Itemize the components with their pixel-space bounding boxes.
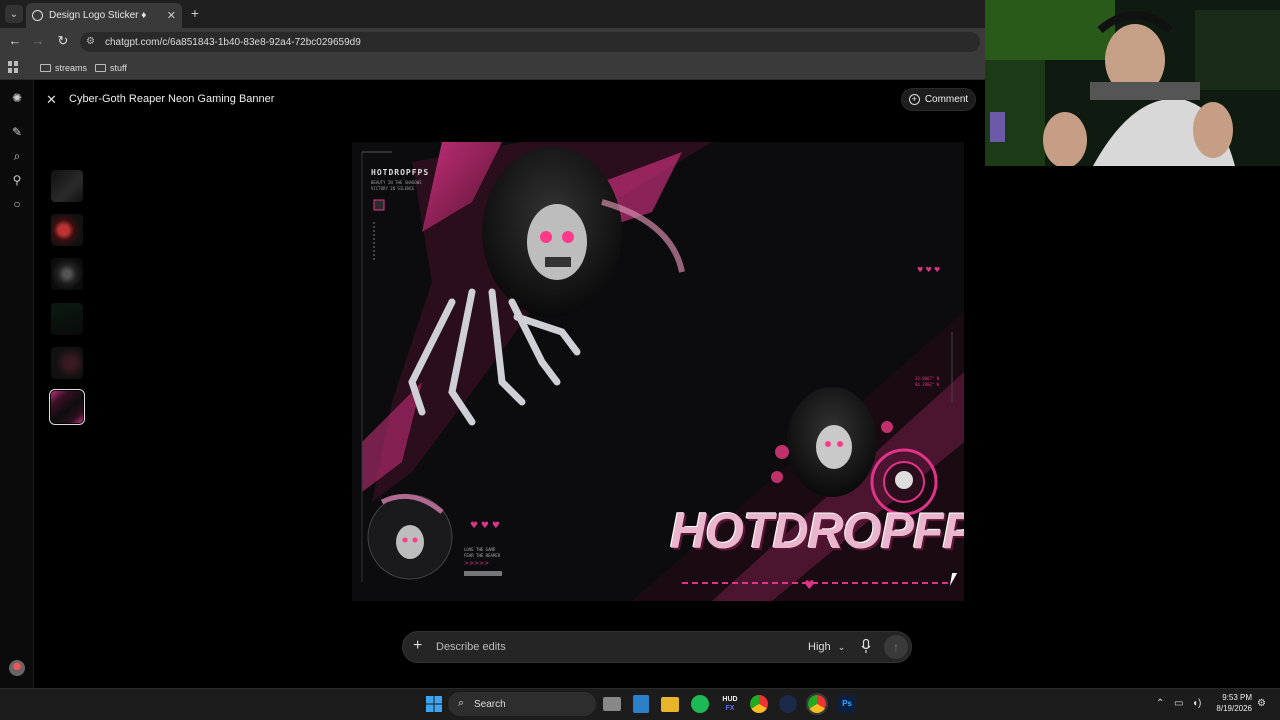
new-tab-button[interactable]: + [187,5,203,21]
image-thumbnail[interactable] [51,303,83,335]
site-info-icon[interactable]: ⚙ [86,36,95,47]
openai-logo-icon[interactable]: ✺ [10,91,24,105]
describe-edits-input[interactable]: Describe edits [436,641,506,653]
chat-bubble-icon[interactable]: ○ [10,197,24,211]
folder-icon [40,64,51,72]
network-icon[interactable]: ▭ [1174,698,1183,709]
bookmark-label: stuff [110,63,127,73]
banner-tagline-2: VICTORY IN SILENCE [371,186,415,191]
task-view-icon[interactable] [603,697,621,711]
image-thumbnail[interactable] [51,258,83,290]
banner-tagline-1: BEAUTY IN THE SHADOWS [371,180,422,185]
page-title: Cyber-Goth Reaper Neon Gaming Banner [69,93,275,105]
svg-text:♥ ♥ ♥: ♥ ♥ ♥ [917,266,940,274]
banner-love-1: LOVE THE GAME [464,547,496,552]
taskbar-search-label: Search [474,698,506,710]
svg-text:♥ ♥ ♥: ♥ ♥ ♥ [470,521,500,531]
webcam-feed [985,0,1280,166]
chrome-active-icon[interactable] [806,693,828,715]
new-chat-icon[interactable]: ✎ [10,125,24,139]
spotify-icon[interactable] [691,695,709,713]
address-bar[interactable]: chatgpt.com/c/6a851843-1b40-83e8-92a4-72… [80,32,980,52]
forward-icon[interactable]: → [29,33,47,48]
taskbar-search[interactable]: ⌕ Search [448,692,596,716]
notification-icon[interactable]: ⚙ [1257,698,1266,709]
photoshop-icon[interactable]: Ps [838,695,856,713]
comment-plus-icon: + [908,94,920,105]
banner-coords-1: 33.8667° N [915,376,940,381]
close-icon[interactable]: ✕ [46,92,57,108]
search-icon: ⌕ [458,697,465,709]
microphone-icon[interactable] [861,639,871,654]
clock-date: 8/19/2026 [1216,704,1252,713]
quality-value: High [808,641,831,653]
taskbar-clock[interactable]: 9:53 PM 8/19/2026 [1212,692,1252,714]
send-button[interactable]: ↑ [884,635,908,659]
bookmarks-bar [0,56,985,80]
svg-text:♥: ♥ [804,578,815,592]
bookmark-stuff[interactable]: stuff [95,60,127,76]
windows-start-icon[interactable] [424,694,444,714]
banner-logo-text: HOTDROPFPS [670,503,964,559]
url-text: chatgpt.com/c/6a851843-1b40-83e8-92a4-72… [105,36,361,48]
comment-label: Comment [924,94,969,105]
image-thumbnail[interactable] [51,347,83,379]
browser-tab[interactable]: Design Logo Sticker ♦ ✕ [26,3,182,28]
image-thumbnail[interactable] [51,170,83,202]
apps-grid-icon[interactable] [8,61,20,73]
search-icon[interactable]: ⌕ [10,149,24,163]
chatgpt-favicon-icon [32,10,43,21]
bookmark-streams[interactable]: streams [40,60,87,76]
image-thumbnail-selected[interactable] [49,389,85,425]
svg-text:>>>>>: >>>>> [464,560,489,567]
banner-brand-small: HOTDROPFPS [371,168,430,177]
banner-love-2: FEAR THE REAPER [464,553,501,558]
avatar[interactable] [9,660,25,676]
notepad-icon[interactable] [633,695,649,713]
back-icon[interactable]: ← [6,33,24,48]
hudfx-icon[interactable]: HUD FX [720,695,740,715]
quality-dropdown[interactable]: High ⌄ [808,641,845,653]
bookmark-label: streams [55,63,88,73]
tab-search-button[interactable]: ⌄ [5,5,23,23]
tab-title: Design Logo Sticker ♦ [49,10,147,21]
folder-icon [95,64,106,72]
reload-icon[interactable]: ↻ [54,33,72,49]
pin-icon[interactable]: ⚲ [10,173,24,187]
clock-time: 9:53 PM [1222,693,1252,702]
banner-coords-2: 84.3902° W [915,382,940,387]
webcam-overlay [985,0,1280,166]
add-attachment-icon[interactable]: + [413,637,422,655]
app-sidebar [0,80,34,688]
chrome-icon[interactable] [750,695,768,713]
close-tab-icon[interactable]: ✕ [167,9,176,22]
comment-button[interactable]: + Comment [901,88,976,111]
chevron-down-icon: ⌄ [837,642,846,652]
steam-icon[interactable] [779,695,797,713]
tray-chevron-icon[interactable]: ⌃ [1156,698,1164,709]
image-thumbnail[interactable] [51,214,83,246]
file-explorer-icon[interactable] [661,697,679,712]
volume-icon[interactable]: ◖) [1192,698,1201,709]
generated-banner-image: ♥ ♥ ♥ >>>>> ♥ ♥ ♥ ♥ HOTDROPFPS BEAUTY IN… [352,142,964,601]
